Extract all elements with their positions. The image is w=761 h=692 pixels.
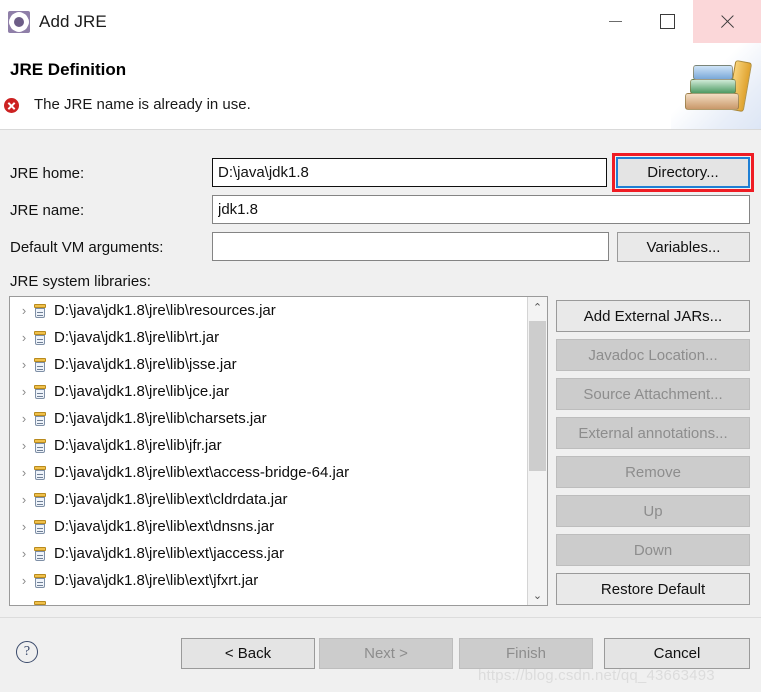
- library-path: D:\java\jdk1.8\jre\lib\ext\dnsns.jar: [54, 518, 275, 535]
- jar-file-icon: [32, 438, 48, 454]
- library-path: D:\java\jdk1.8\jre\lib\jce.jar: [54, 383, 230, 400]
- minimize-icon: [608, 21, 622, 22]
- list-item[interactable]: › D:\java\jdk1.8\jre\lib\charsets.jar: [10, 405, 528, 432]
- close-button[interactable]: [693, 0, 761, 43]
- scroll-down-icon[interactable]: ⌄: [528, 585, 547, 605]
- add-external-jars-button[interactable]: Add External JARs...: [556, 300, 750, 332]
- library-path: D:\java\jdk1.8\jre\lib\ext\access-bridge…: [54, 464, 350, 481]
- jar-file-icon: [32, 546, 48, 562]
- banner: [671, 43, 761, 129]
- library-path: D:\java\jdk1.8\jre\lib\rt.jar: [54, 329, 220, 346]
- jar-file-icon: [32, 573, 48, 589]
- list-item-partial[interactable]: ›: [10, 594, 528, 605]
- external-annotations-button: External annotations...: [556, 417, 750, 449]
- cancel-button[interactable]: Cancel: [604, 638, 750, 669]
- title-bar: Add JRE: [0, 0, 761, 43]
- chevron-right-icon[interactable]: ›: [16, 324, 32, 351]
- close-icon: [719, 14, 735, 30]
- chevron-right-icon[interactable]: ›: [16, 351, 32, 378]
- chevron-right-icon[interactable]: ›: [16, 297, 32, 324]
- library-path: D:\java\jdk1.8\jre\lib\ext\jfxrt.jar: [54, 572, 259, 589]
- maximize-button[interactable]: [641, 0, 693, 43]
- library-list-viewport: › D:\java\jdk1.8\jre\lib\resources.jar › D:…: [10, 297, 528, 605]
- error-icon: [4, 98, 19, 113]
- help-icon[interactable]: ?: [16, 641, 38, 663]
- vm-arguments-input[interactable]: [212, 232, 609, 261]
- error-message: The JRE name is already in use.: [34, 96, 251, 113]
- list-vertical-scrollbar[interactable]: ⌃ ⌄: [527, 297, 547, 605]
- jar-file-icon: [32, 519, 48, 535]
- list-item[interactable]: › D:\java\jdk1.8\jre\lib\ext\jfxrt.jar: [10, 567, 528, 594]
- javadoc-location-button: Javadoc Location...: [556, 339, 750, 371]
- chevron-right-icon[interactable]: ›: [16, 459, 32, 486]
- maximize-icon: [659, 14, 675, 29]
- chevron-right-icon[interactable]: ›: [16, 540, 32, 567]
- jre-home-label: JRE home:: [10, 165, 85, 182]
- dialog-header: JRE Definition The JRE name is already i…: [0, 43, 761, 130]
- source-attachment-button: Source Attachment...: [556, 378, 750, 410]
- restore-default-button[interactable]: Restore Default: [556, 573, 750, 605]
- list-item[interactable]: › D:\java\jdk1.8\jre\lib\rt.jar: [10, 324, 528, 351]
- scroll-up-icon[interactable]: ⌃: [528, 297, 547, 317]
- jar-file-icon: [32, 384, 48, 400]
- finish-button: Finish: [459, 638, 593, 669]
- jar-file-icon: [32, 600, 48, 605]
- jar-file-icon: [32, 465, 48, 481]
- list-item[interactable]: › D:\java\jdk1.8\jre\lib\jsse.jar: [10, 351, 528, 378]
- library-path: D:\java\jdk1.8\jre\lib\ext\cldrdata.jar: [54, 491, 288, 508]
- back-button[interactable]: < Back: [181, 638, 315, 669]
- jre-system-libraries-list[interactable]: › D:\java\jdk1.8\jre\lib\resources.jar › D:…: [9, 296, 548, 606]
- chevron-right-icon[interactable]: ›: [16, 567, 32, 594]
- list-item[interactable]: › D:\java\jdk1.8\jre\lib\ext\access-bridg…: [10, 459, 528, 486]
- list-item[interactable]: › D:\java\jdk1.8\jre\lib\ext\jaccess.jar: [10, 540, 528, 567]
- chevron-right-icon[interactable]: ›: [16, 594, 32, 605]
- window-title: Add JRE: [39, 11, 107, 31]
- jre-name-input[interactable]: [212, 195, 750, 224]
- page-title: JRE Definition: [10, 60, 127, 79]
- chevron-right-icon[interactable]: ›: [16, 405, 32, 432]
- list-item[interactable]: › D:\java\jdk1.8\jre\lib\ext\cldrdata.jar: [10, 486, 528, 513]
- library-path: D:\java\jdk1.8\jre\lib\jfr.jar: [54, 437, 222, 454]
- jre-home-input[interactable]: [212, 158, 607, 187]
- window-controls: [589, 0, 761, 43]
- chevron-right-icon[interactable]: ›: [16, 378, 32, 405]
- scrollbar-thumb[interactable]: [529, 321, 546, 471]
- footer-divider: [0, 617, 761, 618]
- jar-file-icon: [32, 303, 48, 319]
- list-item[interactable]: › D:\java\jdk1.8\jre\lib\ext\dnsns.jar: [10, 513, 528, 540]
- jre-gear-icon: [8, 10, 30, 33]
- jar-file-icon: [32, 330, 48, 346]
- jar-file-icon: [32, 411, 48, 427]
- library-path: D:\java\jdk1.8\jre\lib\charsets.jar: [54, 410, 267, 427]
- list-item[interactable]: › D:\java\jdk1.8\jre\lib\jfr.jar: [10, 432, 528, 459]
- jre-name-label: JRE name:: [10, 202, 85, 219]
- down-button: Down: [556, 534, 750, 566]
- system-libraries-label: JRE system libraries:: [10, 273, 151, 290]
- chevron-right-icon[interactable]: ›: [16, 486, 32, 513]
- next-button: Next >: [319, 638, 453, 669]
- minimize-button[interactable]: [589, 0, 641, 43]
- library-path: D:\java\jdk1.8\jre\lib\ext\jaccess.jar: [54, 545, 285, 562]
- books-stack-icon: [681, 57, 753, 119]
- vm-arguments-label: Default VM arguments:: [10, 239, 164, 256]
- chevron-right-icon[interactable]: ›: [16, 432, 32, 459]
- variables-button[interactable]: Variables...: [617, 232, 750, 262]
- library-path: D:\java\jdk1.8\jre\lib\resources.jar: [54, 302, 276, 319]
- jar-file-icon: [32, 492, 48, 508]
- jar-file-icon: [32, 357, 48, 373]
- chevron-right-icon[interactable]: ›: [16, 513, 32, 540]
- list-item[interactable]: › D:\java\jdk1.8\jre\lib\jce.jar: [10, 378, 528, 405]
- library-path: D:\java\jdk1.8\jre\lib\jsse.jar: [54, 356, 237, 373]
- directory-button[interactable]: Directory...: [616, 157, 750, 188]
- up-button: Up: [556, 495, 750, 527]
- list-item[interactable]: › D:\java\jdk1.8\jre\lib\resources.jar: [10, 297, 528, 324]
- remove-button: Remove: [556, 456, 750, 488]
- watermark: https://blog.csdn.net/qq_43663493: [478, 667, 715, 684]
